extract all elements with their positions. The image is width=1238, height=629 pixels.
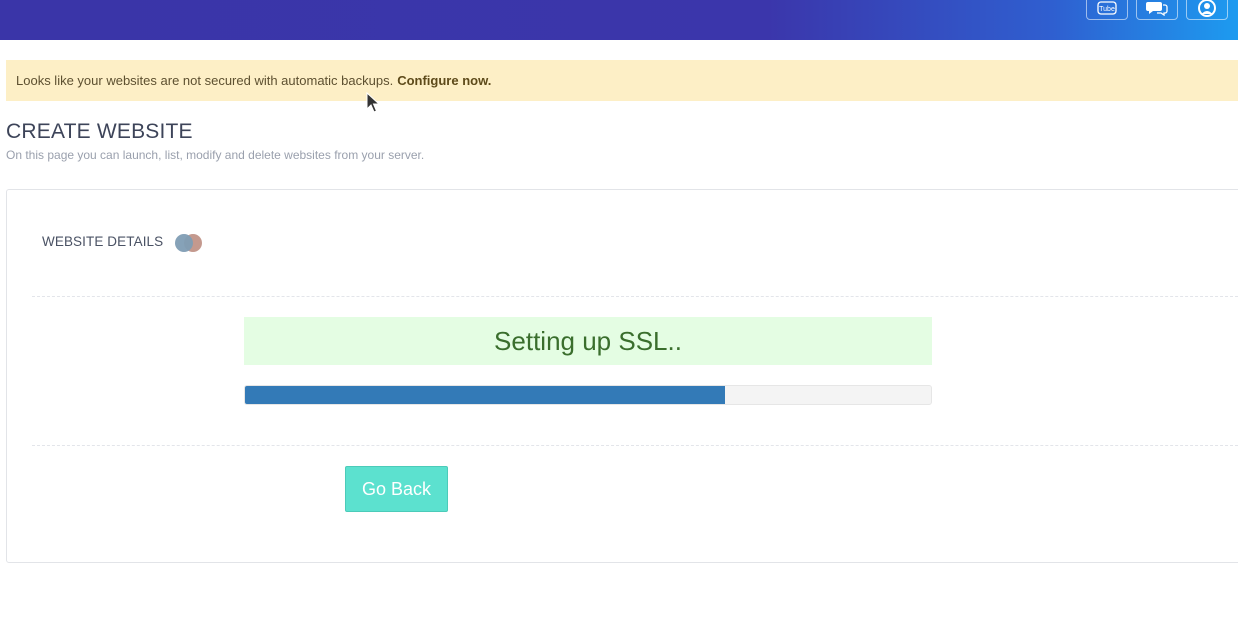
page-subtitle: On this page you can launch, list, modif…	[6, 148, 425, 162]
youtube-icon[interactable]: Tube	[1086, 0, 1128, 20]
configure-now-link[interactable]: Configure now.	[397, 73, 491, 88]
section-divider-bottom	[32, 445, 1238, 446]
progress-bar	[244, 385, 932, 405]
page-title: CREATE WEBSITE	[6, 120, 193, 143]
progress-bar-fill	[245, 386, 726, 404]
go-back-button[interactable]: Go Back	[345, 466, 448, 512]
loading-indicator-icon	[175, 233, 205, 252]
top-header-bar: Tube	[0, 0, 1238, 40]
status-message-box: Setting up SSL..	[244, 317, 932, 365]
svg-text:Tube: Tube	[1099, 6, 1115, 13]
support-icon[interactable]	[1186, 0, 1228, 20]
chat-icon[interactable]	[1136, 0, 1178, 20]
section-divider-top	[32, 296, 1238, 297]
status-message: Setting up SSL..	[494, 325, 682, 356]
section-title: WEBSITE DETAILS	[42, 234, 164, 249]
backup-warning-alert: Looks like your websites are not secured…	[6, 60, 1238, 101]
loading-dot-left	[175, 234, 193, 252]
mouse-cursor-icon	[366, 92, 380, 113]
alert-message: Looks like your websites are not secured…	[16, 73, 394, 88]
